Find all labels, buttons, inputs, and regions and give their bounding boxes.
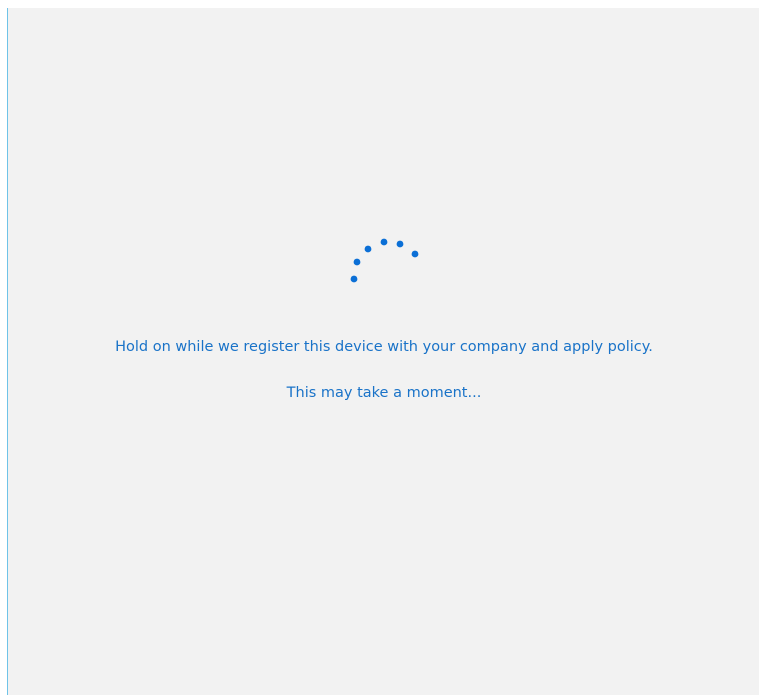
- registration-status-message: Hold on while we register this device wi…: [115, 339, 653, 355]
- spinner-dot: [353, 258, 361, 266]
- spinner-dot: [364, 245, 372, 253]
- spinner-dot: [350, 275, 358, 283]
- spinner-dot: [396, 240, 404, 248]
- spinner-dot: [380, 238, 388, 246]
- registration-wait-message: This may take a moment...: [286, 385, 482, 401]
- spinner-dot: [411, 250, 419, 258]
- registration-progress-window: Hold on while we register this device wi…: [7, 8, 759, 695]
- progress-ring-dots-icon: [348, 233, 428, 293]
